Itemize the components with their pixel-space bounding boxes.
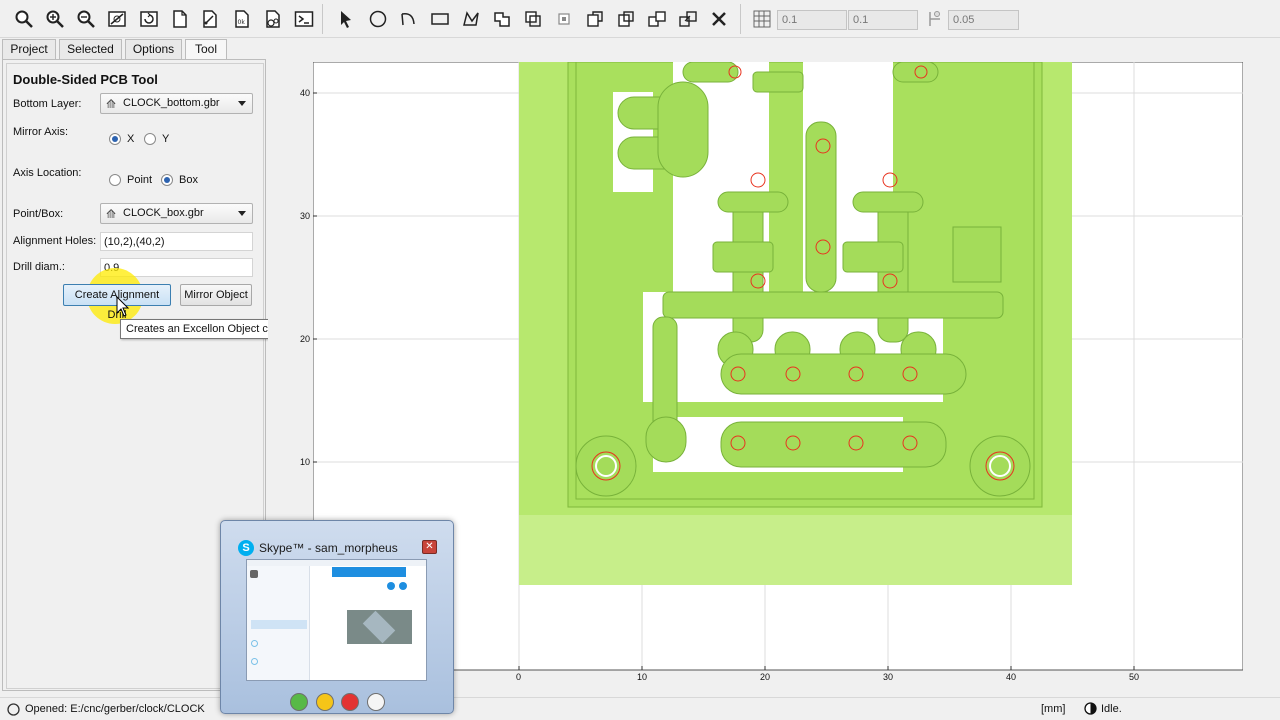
x-tick-label: 50 (1129, 672, 1140, 682)
move-icon[interactable] (645, 7, 669, 31)
axis-point-label: Point (127, 174, 153, 186)
skype-thumbnail[interactable] (246, 559, 427, 681)
union-icon[interactable] (490, 7, 514, 31)
point-box-label: Point/Box: (13, 208, 64, 220)
mirror-x-label: X (127, 133, 135, 145)
thumb-selected-contact (251, 620, 307, 629)
axis-point-radio[interactable] (109, 174, 121, 186)
zoom-out-icon[interactable] (74, 7, 98, 31)
bottom-layer-label: Bottom Layer: (13, 98, 82, 110)
tool-panel-title: Double-Sided PCB Tool (13, 72, 158, 87)
x-tick-label: 40 (1006, 672, 1017, 682)
replot-icon[interactable] (137, 7, 161, 31)
point-box-value: CLOCK_box.gbr (123, 207, 204, 219)
x-tick-label: 0 (516, 672, 522, 682)
new-geometry-icon[interactable] (168, 7, 192, 31)
skype-logo-icon: S (238, 540, 254, 556)
mirror-y-label: Y (162, 133, 170, 145)
clear-plot-icon[interactable] (105, 7, 129, 31)
status-bar: Opened: E:/cnc/gerber/clock/CLOCK [mm] I… (0, 697, 1280, 720)
snap-corner-icon[interactable] (922, 7, 946, 31)
circle-icon[interactable] (366, 7, 390, 31)
y-tick-label: 40 (300, 88, 311, 98)
zoom-fit-icon[interactable] (12, 7, 36, 31)
offset-icon[interactable] (676, 7, 700, 31)
grid-snap-icon[interactable] (750, 7, 774, 31)
thumb-video-icon (399, 582, 407, 590)
gerber-file-icon: ⟰ (106, 97, 117, 111)
status-invisible-icon[interactable] (367, 693, 385, 711)
tab-tool[interactable]: Tool (185, 39, 227, 60)
skype-preview-window[interactable]: S Skype™ - sam_morpheus ✕ (220, 520, 454, 714)
intersection-icon[interactable] (521, 7, 545, 31)
toolbar-separator (740, 4, 741, 34)
thumb-call-bar (332, 567, 406, 577)
y-tick-label: 10 (300, 457, 311, 467)
status-state: Idle. (1101, 703, 1122, 715)
tab-options[interactable]: Options (125, 39, 182, 59)
thumb-contact-icon (251, 658, 258, 665)
new-gerber-icon[interactable] (198, 7, 222, 31)
mirror-y-radio[interactable] (144, 133, 156, 145)
arc-icon[interactable] (397, 7, 421, 31)
axis-box-label: Box (179, 174, 198, 186)
mouse-pointer-icon (116, 296, 130, 317)
cut-icon[interactable] (583, 7, 607, 31)
polygon-icon[interactable] (459, 7, 483, 31)
chevron-down-icon (238, 211, 246, 216)
status-units: [mm] (1041, 703, 1066, 715)
y-tick-label: 20 (300, 334, 311, 344)
zoom-in-icon[interactable] (43, 7, 67, 31)
gerber-file-icon: ⟰ (106, 207, 117, 221)
axis-box-radio[interactable] (161, 174, 173, 186)
rectangle-icon[interactable] (428, 7, 452, 31)
thumb-call-icon (387, 582, 395, 590)
x-tick-label: 30 (883, 672, 894, 682)
subtract-icon[interactable] (552, 7, 576, 31)
svg-text:0k: 0k (238, 19, 246, 26)
chevron-down-icon (238, 101, 246, 106)
x-tick-label: 10 (637, 672, 648, 682)
close-icon[interactable]: ✕ (422, 540, 437, 554)
x-tick-label: 20 (760, 672, 771, 682)
new-cnc-icon[interactable] (261, 7, 285, 31)
copy-icon[interactable] (614, 7, 638, 31)
delete-icon[interactable] (707, 7, 731, 31)
info-icon (7, 703, 20, 716)
new-excellon-icon[interactable]: 0k (230, 7, 254, 31)
main-toolbar: 0k 0.1 0.1 0.05 (0, 0, 1280, 38)
y-tick-label: 30 (300, 211, 311, 221)
bottom-layer-select[interactable]: ⟰ CLOCK_bottom.gbr (100, 93, 253, 114)
activity-icon (1084, 702, 1097, 715)
shell-icon[interactable] (292, 7, 316, 31)
mirror-x-radio[interactable] (109, 133, 121, 145)
alignment-holes-input[interactable]: (10,2),(40,2) (100, 232, 253, 251)
axis-location-label: Axis Location: (13, 167, 82, 179)
status-busy-icon[interactable] (341, 693, 359, 711)
thumb-avatar (250, 570, 258, 578)
alignment-holes-label: Alignment Holes: (13, 235, 97, 247)
point-box-select[interactable]: ⟰ CLOCK_box.gbr (100, 203, 253, 224)
status-away-icon[interactable] (316, 693, 334, 711)
grid-x-input[interactable]: 0.1 (777, 10, 847, 30)
drill-diam-label: Drill diam.: (13, 261, 65, 273)
select-icon[interactable] (334, 7, 358, 31)
skype-title: Skype™ - sam_morpheus (259, 541, 398, 555)
status-available-icon[interactable] (290, 693, 308, 711)
tab-selected[interactable]: Selected (59, 39, 122, 59)
snap-max-input[interactable]: 0.05 (948, 10, 1019, 30)
bottom-layer-value: CLOCK_bottom.gbr (123, 97, 220, 109)
status-message: Opened: E:/cnc/gerber/clock/CLOCK (25, 703, 205, 715)
mirror-object-button[interactable]: Mirror Object (180, 284, 252, 306)
grid-y-input[interactable]: 0.1 (848, 10, 918, 30)
thumb-contact-icon (251, 640, 258, 647)
toolbar-separator (322, 4, 323, 34)
tab-project[interactable]: Project (2, 39, 56, 59)
mirror-axis-label: Mirror Axis: (13, 126, 68, 138)
